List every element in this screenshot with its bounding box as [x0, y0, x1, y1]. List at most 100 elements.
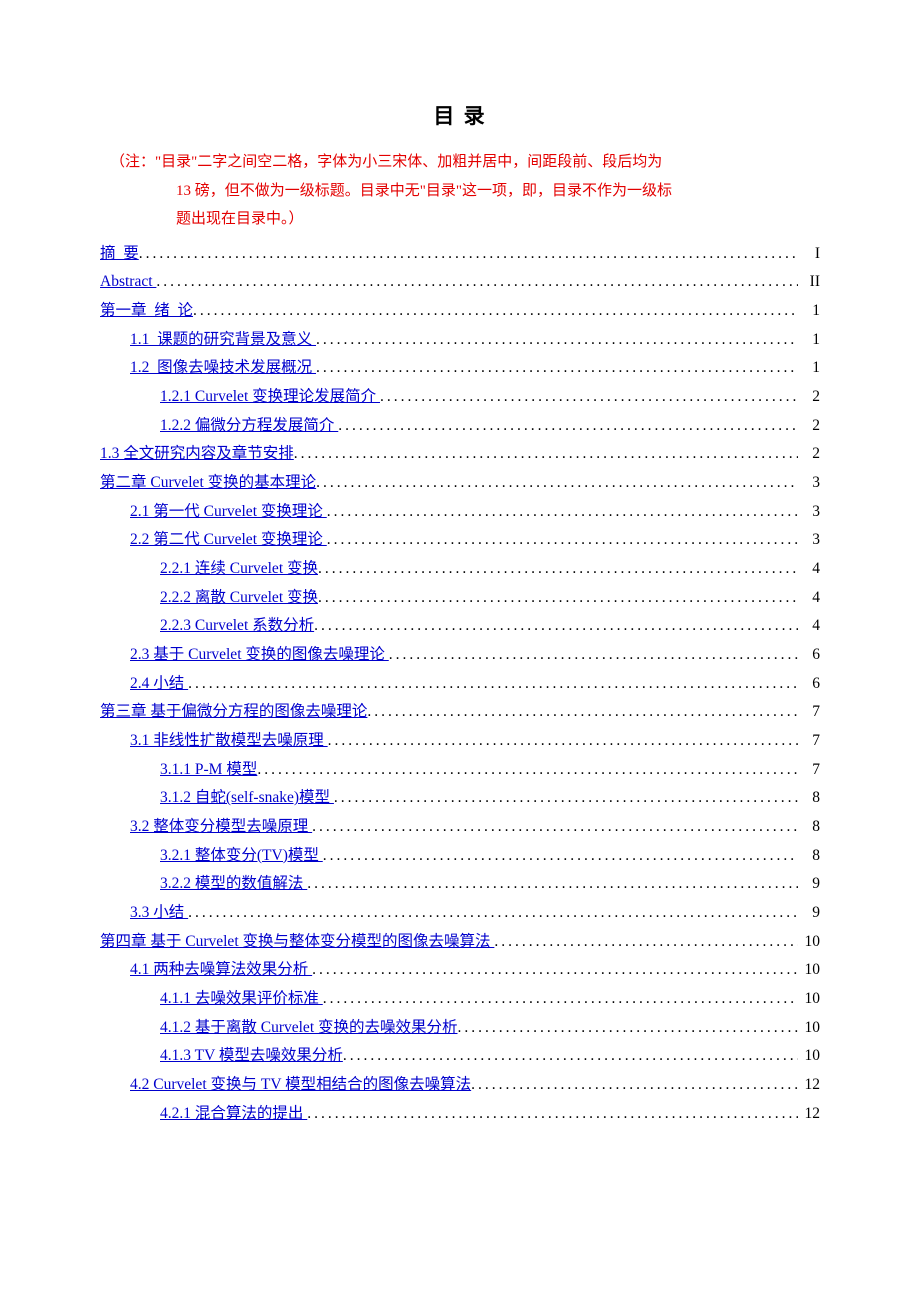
- toc-leader-dots: [323, 985, 798, 1014]
- toc-page-number: 4: [798, 555, 820, 584]
- toc-entry: 3.1 非线性扩散模型去噪原理 7: [100, 727, 820, 756]
- toc-leader-dots: [323, 842, 798, 871]
- toc-link[interactable]: 2.2.3 Curvelet 系数分析: [160, 612, 314, 641]
- toc-link[interactable]: 3.2 整体变分模型去噪原理: [130, 813, 312, 842]
- toc-entry: 4.2 Curvelet 变换与 TV 模型相结合的图像去噪算法 12: [100, 1071, 820, 1100]
- toc-page-number: 2: [798, 440, 820, 469]
- toc-link[interactable]: 4.2.1 混合算法的提出: [160, 1100, 307, 1129]
- toc-link[interactable]: 2.2.2 离散 Curvelet 变换: [160, 584, 318, 613]
- toc-link[interactable]: 第二章 Curvelet 变换的基本理论: [100, 469, 316, 498]
- toc-link[interactable]: 2.4 小结: [130, 670, 188, 699]
- toc-link[interactable]: 3.3 小结: [130, 899, 188, 928]
- toc-link[interactable]: 3.2.1 整体变分(TV)模型: [160, 842, 323, 871]
- toc-link[interactable]: 1.1 课题的研究背景及意义: [130, 326, 316, 355]
- toc-leader-dots: [139, 240, 798, 269]
- toc-page-number: 2: [798, 412, 820, 441]
- toc-page-number: 9: [798, 899, 820, 928]
- toc-leader-dots: [327, 526, 798, 555]
- toc-entry: 3.2.1 整体变分(TV)模型 8: [100, 842, 820, 871]
- toc-title: 目 录: [100, 100, 820, 130]
- toc-page-number: 12: [798, 1071, 820, 1100]
- toc-page-number: 10: [798, 1042, 820, 1071]
- toc-link[interactable]: 3.1.2 自蛇(self-snake)模型: [160, 784, 334, 813]
- toc-page-number: 7: [798, 727, 820, 756]
- toc-page-number: I: [798, 240, 820, 269]
- toc-link[interactable]: 第四章 基于 Curvelet 变换与整体变分模型的图像去噪算法: [100, 928, 494, 957]
- toc-leader-dots: [380, 383, 798, 412]
- toc-page-number: 12: [798, 1100, 820, 1129]
- toc-link[interactable]: 2.2.1 连续 Curvelet 变换: [160, 555, 318, 584]
- toc-leader-dots: [367, 698, 798, 727]
- toc-entry: 4.1 两种去噪算法效果分析 10: [100, 956, 820, 985]
- toc-entry: 3.3 小结 9: [100, 899, 820, 928]
- toc-entry: 2.2.3 Curvelet 系数分析 4: [100, 612, 820, 641]
- toc-page-number: 2: [798, 383, 820, 412]
- toc-leader-dots: [156, 268, 798, 297]
- toc-link[interactable]: 3.2.2 模型的数值解法: [160, 870, 307, 899]
- toc-leader-dots: [307, 1100, 798, 1129]
- toc-entry: 4.1.3 TV 模型去噪效果分析 10: [100, 1042, 820, 1071]
- toc-entry: 摘 要I: [100, 240, 820, 269]
- toc-leader-dots: [316, 469, 798, 498]
- toc-entry: 2.2.2 离散 Curvelet 变换 4: [100, 584, 820, 613]
- toc-link[interactable]: 4.1.1 去噪效果评价标准: [160, 985, 323, 1014]
- note-line: 13 磅，但不做为一级标题。目录中无"目录"这一项，即，目录不作为一级标: [100, 177, 820, 206]
- toc-link[interactable]: 4.1 两种去噪算法效果分析: [130, 956, 312, 985]
- toc-page-number: 6: [798, 641, 820, 670]
- toc-entry: 1.3 全文研究内容及章节安排 2: [100, 440, 820, 469]
- toc-link[interactable]: 第一章 绪 论: [100, 297, 193, 326]
- toc-page-number: 4: [798, 584, 820, 613]
- toc-page-number: 9: [798, 870, 820, 899]
- toc-link[interactable]: 4.1.3 TV 模型去噪效果分析: [160, 1042, 343, 1071]
- toc-entry: 3.2.2 模型的数值解法 9: [100, 870, 820, 899]
- toc-entry: 3.2 整体变分模型去噪原理 8: [100, 813, 820, 842]
- toc-leader-dots: [257, 756, 798, 785]
- toc-page-number: 4: [798, 612, 820, 641]
- toc-page-number: 3: [798, 498, 820, 527]
- toc-leader-dots: [343, 1042, 798, 1071]
- toc-page-number: 8: [798, 842, 820, 871]
- toc-page-number: 10: [798, 985, 820, 1014]
- toc-entry: 2.2.1 连续 Curvelet 变换 4: [100, 555, 820, 584]
- toc-page-number: 10: [798, 928, 820, 957]
- toc-link[interactable]: 1.2.1 Curvelet 变换理论发展简介: [160, 383, 380, 412]
- toc-link[interactable]: Abstract: [100, 268, 156, 297]
- toc-link[interactable]: 2.3 基于 Curvelet 变换的图像去噪理论: [130, 641, 389, 670]
- toc-link[interactable]: 2.2 第二代 Curvelet 变换理论: [130, 526, 327, 555]
- toc-link[interactable]: 3.1.1 P-M 模型: [160, 756, 257, 785]
- toc-link[interactable]: 4.1.2 基于离散 Curvelet 变换的去噪效果分析: [160, 1014, 458, 1043]
- table-of-contents: 摘 要IAbstract II第一章 绪 论11.1 课题的研究背景及意义 11…: [100, 240, 820, 1129]
- toc-page-number: 3: [798, 469, 820, 498]
- toc-leader-dots: [494, 928, 798, 957]
- toc-page-number: II: [798, 268, 820, 297]
- toc-page-number: 10: [798, 1014, 820, 1043]
- toc-entry: 1.2 图像去噪技术发展概况 1: [100, 354, 820, 383]
- toc-link[interactable]: 2.1 第一代 Curvelet 变换理论: [130, 498, 327, 527]
- toc-page-number: 10: [798, 956, 820, 985]
- toc-leader-dots: [338, 412, 798, 441]
- toc-page-number: 7: [798, 756, 820, 785]
- toc-link[interactable]: 1.2.2 偏微分方程发展简介: [160, 412, 338, 441]
- toc-leader-dots: [188, 899, 798, 928]
- toc-entry: 3.1.1 P-M 模型 7: [100, 756, 820, 785]
- toc-entry: 2.3 基于 Curvelet 变换的图像去噪理论 6: [100, 641, 820, 670]
- toc-leader-dots: [312, 956, 798, 985]
- toc-link[interactable]: 摘 要: [100, 240, 139, 269]
- toc-link[interactable]: 1.3 全文研究内容及章节安排: [100, 440, 294, 469]
- toc-entry: 1.2.2 偏微分方程发展简介 2: [100, 412, 820, 441]
- toc-link[interactable]: 4.2 Curvelet 变换与 TV 模型相结合的图像去噪算法: [130, 1071, 471, 1100]
- toc-entry: 1.1 课题的研究背景及意义 1: [100, 326, 820, 355]
- toc-entry: 4.2.1 混合算法的提出 12: [100, 1100, 820, 1129]
- toc-page-number: 1: [798, 326, 820, 355]
- toc-leader-dots: [389, 641, 798, 670]
- toc-leader-dots: [328, 727, 798, 756]
- toc-note: （注："目录"二字之间空二格，字体为小三宋体、加粗并居中，间距段前、段后均为 1…: [100, 148, 820, 234]
- toc-page-number: 1: [798, 354, 820, 383]
- toc-link[interactable]: 3.1 非线性扩散模型去噪原理: [130, 727, 328, 756]
- toc-entry: Abstract II: [100, 268, 820, 297]
- note-line: 题出现在目录中。）: [100, 205, 820, 234]
- toc-link[interactable]: 第三章 基于偏微分方程的图像去噪理论: [100, 698, 367, 727]
- toc-leader-dots: [307, 870, 798, 899]
- toc-link[interactable]: 1.2 图像去噪技术发展概况: [130, 354, 316, 383]
- toc-page-number: 6: [798, 670, 820, 699]
